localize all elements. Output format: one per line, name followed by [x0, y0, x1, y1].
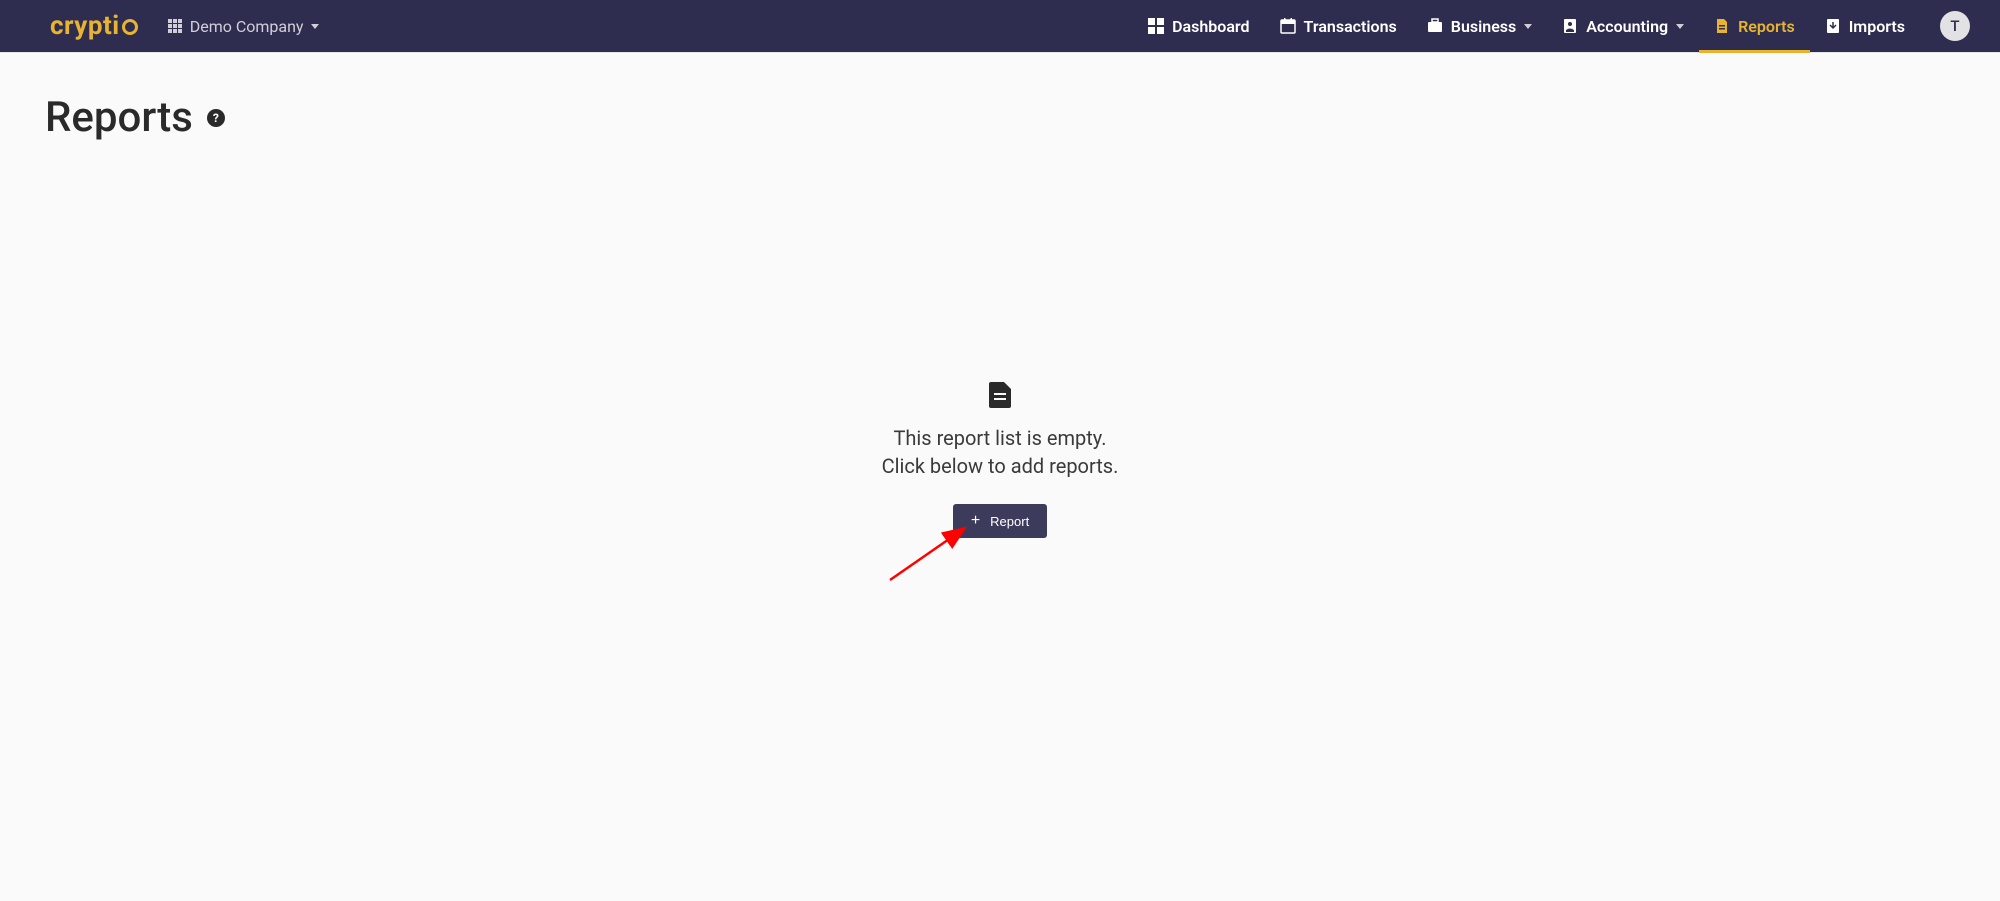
nav-dashboard-label: Dashboard	[1172, 17, 1249, 36]
dashboard-icon	[1148, 18, 1164, 34]
calendar-icon	[1280, 18, 1296, 34]
nav-business[interactable]: Business	[1412, 0, 1547, 53]
import-icon	[1825, 18, 1841, 34]
avatar[interactable]: T	[1940, 11, 1970, 41]
navbar-right: Dashboard Transactions Business Accounti…	[1133, 0, 1970, 53]
nav-accounting[interactable]: Accounting	[1547, 0, 1699, 53]
plus-icon: +	[971, 513, 980, 529]
nav-transactions-label: Transactions	[1304, 17, 1397, 36]
main: Reports ? This report list is empty. Cli…	[0, 53, 2000, 578]
company-name: Demo Company	[190, 17, 304, 36]
logo[interactable]: crypti	[50, 11, 138, 41]
add-report-label: Report	[990, 514, 1029, 529]
document-icon	[989, 382, 1011, 408]
page-title: Reports	[45, 93, 193, 142]
briefcase-icon	[1427, 18, 1443, 34]
grid-icon	[168, 19, 182, 33]
nav-imports-label: Imports	[1849, 17, 1905, 36]
navbar-left: crypti Demo Company	[50, 11, 319, 41]
account-icon	[1562, 18, 1578, 34]
chevron-down-icon	[1524, 24, 1532, 29]
nav-transactions[interactable]: Transactions	[1265, 0, 1412, 53]
empty-state: This report list is empty. Click below t…	[45, 382, 1955, 538]
nav-reports-label: Reports	[1738, 17, 1795, 36]
company-selector[interactable]: Demo Company	[168, 17, 320, 36]
chevron-down-icon	[1676, 24, 1684, 29]
nav-accounting-label: Accounting	[1586, 17, 1668, 36]
nav-reports[interactable]: Reports	[1699, 0, 1810, 53]
nav-imports[interactable]: Imports	[1810, 0, 1920, 53]
help-icon[interactable]: ?	[207, 109, 225, 127]
navbar: crypti Demo Company Dashboard Transactio…	[0, 0, 2000, 53]
add-report-button[interactable]: + Report	[953, 504, 1047, 538]
nav-business-label: Business	[1451, 17, 1516, 36]
page-header: Reports ?	[45, 93, 1955, 142]
chevron-down-icon	[311, 24, 319, 29]
report-icon	[1714, 18, 1730, 34]
logo-o-icon	[122, 19, 138, 35]
avatar-initial: T	[1950, 17, 1959, 35]
empty-line2: Click below to add reports.	[882, 452, 1119, 480]
empty-text: This report list is empty. Click below t…	[882, 424, 1119, 480]
nav-dashboard[interactable]: Dashboard	[1133, 0, 1264, 53]
empty-line1: This report list is empty.	[882, 424, 1119, 452]
logo-text: crypti	[50, 11, 120, 41]
